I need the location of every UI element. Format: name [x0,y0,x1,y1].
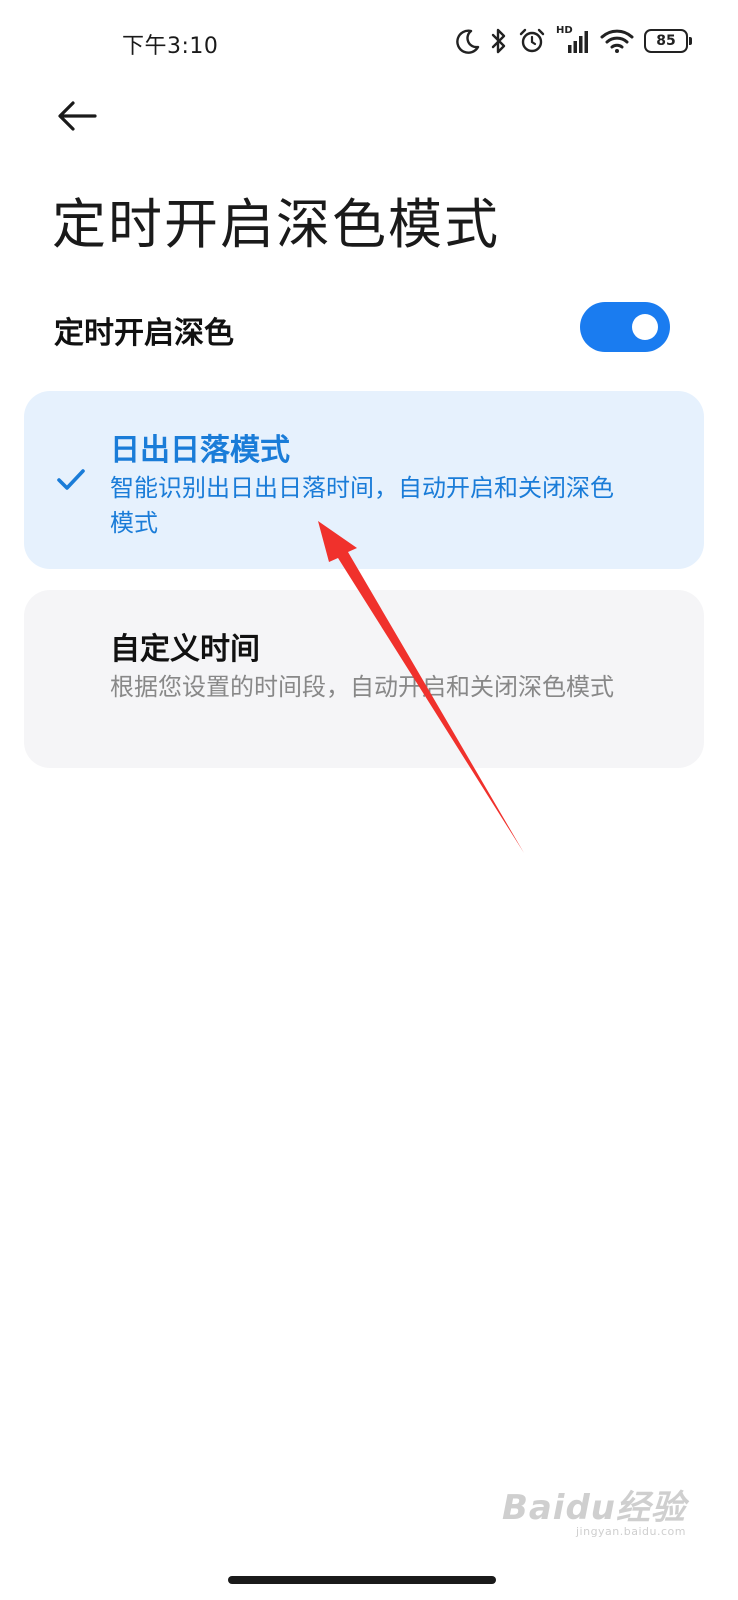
page-title: 定时开启深色模式 [52,193,500,256]
bluetooth-icon [490,27,508,55]
option-custom-time[interactable]: 自定义时间 根据您设置的时间段，自动开启和关闭深色模式 [24,590,704,768]
hd-signal-icon: HD [556,25,590,55]
wifi-icon [600,28,634,54]
option-title: 日出日落模式 [110,433,290,468]
back-button[interactable] [52,94,102,138]
option-description: 根据您设置的时间段，自动开启和关闭深色模式 [110,673,614,701]
toggle-knob [632,314,658,340]
status-icons: HD 85 [456,25,692,56]
dark-mode-toggle-switch[interactable] [580,302,670,352]
toggle-label: 定时开启深色 [54,316,234,351]
scheduled-dark-mode-toggle-row[interactable]: 定时开启深色 [0,296,738,360]
checkmark-icon [56,467,86,493]
status-time: 下午3:10 [122,34,219,59]
watermark-logo: Baidu经验 jingyan.baidu.com [502,1480,686,1538]
battery-icon: 85 [644,29,692,53]
alarm-icon [518,27,546,55]
option-title: 自定义时间 [110,632,260,667]
arrow-left-icon [58,101,97,131]
battery-level: 85 [656,33,676,49]
watermark-logo-text: Baidu经验 [501,1488,686,1528]
option-sunrise-sunset[interactable]: 日出日落模式 智能识别出日出日落时间，自动开启和关闭深色模式 [24,391,704,569]
moon-icon [456,28,480,54]
status-bar: 下午3:10 HD 85 [0,0,738,84]
option-description: 智能识别出日出日落时间，自动开启和关闭深色模式 [110,474,614,537]
home-indicator[interactable] [228,1576,496,1584]
